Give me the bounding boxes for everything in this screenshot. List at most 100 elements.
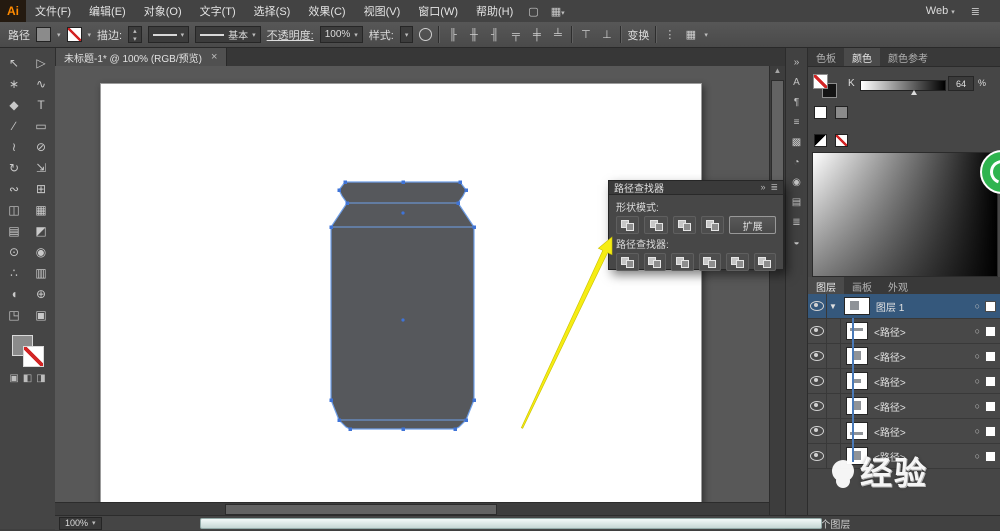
selection-tool[interactable]: ↖ <box>1 52 28 73</box>
zoom-level-dropdown[interactable]: 100% ▾ <box>59 516 102 530</box>
opacity-link[interactable]: 不透明度: <box>267 27 314 43</box>
perspective-grid-tool[interactable]: ▦ <box>28 199 55 220</box>
menu-item-object[interactable]: 对象(O) <box>135 3 191 19</box>
tab-artboards[interactable]: 画板 <box>844 277 880 295</box>
slice-tool[interactable]: ▣ <box>28 304 55 325</box>
graphic-styles-panel-icon[interactable]: ▤ <box>792 192 801 212</box>
path-name[interactable]: <路径> <box>874 349 975 364</box>
none-swatch[interactable] <box>835 134 849 147</box>
selection-indicator[interactable] <box>985 325 996 337</box>
direct-selection-tool[interactable]: ▷ <box>28 52 55 73</box>
info-panel-icon[interactable]: ◒ <box>793 232 799 252</box>
visibility-toggle[interactable] <box>808 394 827 418</box>
path-name[interactable]: <路径> <box>874 399 975 414</box>
visibility-toggle[interactable] <box>808 369 827 393</box>
selection-indicator[interactable] <box>985 300 996 312</box>
layer-name[interactable]: 图层 1 <box>876 299 975 314</box>
appearance-panel-icon[interactable]: ≣ <box>792 212 800 232</box>
free-transform-tool[interactable]: ⊞ <box>28 178 55 199</box>
width-profile-dropdown[interactable]: ▾ <box>147 26 190 43</box>
exclude-button[interactable] <box>701 216 725 234</box>
align-v-center-button[interactable]: ╪ <box>529 29 544 41</box>
path-row[interactable]: <路径> ○ <box>808 344 1000 369</box>
pen-tool[interactable]: ◆ <box>1 94 28 115</box>
draw-inside-mode-icon[interactable]: ◨ <box>36 373 45 384</box>
path-row[interactable]: <路径> ○ <box>808 319 1000 344</box>
transparency-panel-icon[interactable]: ◔ <box>793 152 799 172</box>
can-shape-artwork[interactable] <box>325 175 485 437</box>
style-dropdown[interactable]: ▾ <box>399 26 414 43</box>
expand-button[interactable]: 扩展 <box>729 216 776 234</box>
close-tab-icon[interactable]: × <box>211 51 217 63</box>
target-circle-icon[interactable]: ○ <box>975 401 980 411</box>
stroke-panel-icon[interactable]: ≡ <box>794 112 800 132</box>
gray-swatch[interactable] <box>835 106 849 119</box>
path-name[interactable]: <路径> <box>874 374 975 389</box>
k-value-field[interactable]: 64 <box>948 76 974 91</box>
tab-swatches[interactable]: 色板 <box>808 48 844 66</box>
menu-item-select[interactable]: 选择(S) <box>245 3 300 19</box>
blend-tool[interactable]: ◉ <box>28 241 55 262</box>
expand-dock-icon[interactable]: » <box>794 52 800 72</box>
lasso-tool[interactable]: ∿ <box>28 73 55 94</box>
document-tab[interactable]: 未标题-1* @ 100% (RGB/预览) × <box>55 48 228 66</box>
trim-button[interactable] <box>643 253 666 271</box>
paintbrush-tool[interactable]: ≀ <box>1 136 28 157</box>
align-right-button[interactable]: ╢ <box>487 29 502 41</box>
width-tool[interactable]: ∾ <box>1 178 28 199</box>
selection-indicator[interactable] <box>985 350 996 362</box>
k-slider[interactable] <box>860 80 946 91</box>
magic-wand-tool[interactable]: ∗ <box>1 73 28 94</box>
selection-indicator[interactable] <box>985 450 996 462</box>
visibility-toggle[interactable] <box>808 444 827 468</box>
menu-item-type[interactable]: 文字(T) <box>191 3 245 19</box>
black-white-swatch[interactable] <box>814 134 827 147</box>
stroke-swatch[interactable] <box>66 27 82 42</box>
target-circle-icon[interactable]: ○ <box>975 426 980 436</box>
mesh-tool[interactable]: ▤ <box>1 220 28 241</box>
path-row[interactable]: <路径> ○ <box>808 394 1000 419</box>
path-name[interactable]: <路径> <box>874 424 975 439</box>
k-slider-thumb[interactable] <box>911 90 917 95</box>
intersect-button[interactable] <box>672 216 697 234</box>
opacity-dropdown[interactable]: 100% ▾ <box>319 26 363 43</box>
minus-back-button[interactable] <box>753 253 776 271</box>
visibility-toggle[interactable] <box>808 344 827 368</box>
shape-builder-tool[interactable]: ◫ <box>1 199 28 220</box>
stroke-width-dropdown[interactable]: ▴ ▾ <box>128 26 142 43</box>
crop-button[interactable] <box>698 253 721 271</box>
graph-tool[interactable]: ▥ <box>28 262 55 283</box>
selection-indicator[interactable] <box>985 400 996 412</box>
symbols-panel-icon[interactable]: ◉ <box>792 172 801 192</box>
align-top-button[interactable]: ╤ <box>508 29 523 41</box>
tab-color-guide[interactable]: 颜色参考 <box>880 48 936 66</box>
character-panel-icon[interactable]: A <box>793 72 800 92</box>
tab-layers[interactable]: 图层 <box>808 277 844 295</box>
visibility-toggle[interactable] <box>808 319 827 343</box>
type-tool[interactable]: T <box>28 94 55 115</box>
target-circle-icon[interactable]: ○ <box>975 376 980 386</box>
white-swatch[interactable] <box>814 106 827 119</box>
target-circle-icon[interactable]: ○ <box>975 326 980 336</box>
menu-item-effect[interactable]: 效果(C) <box>299 3 354 19</box>
canvas-area[interactable]: ▲ <box>55 66 785 515</box>
target-circle-icon[interactable]: ○ <box>975 301 980 311</box>
zoom-tool[interactable]: ⊕ <box>28 283 55 304</box>
stroke-proxy[interactable] <box>22 346 44 367</box>
target-circle-icon[interactable]: ○ <box>975 351 980 361</box>
distribute-v-button[interactable]: ⊥ <box>599 28 614 41</box>
collapse-panel-icon[interactable]: » <box>760 182 765 193</box>
fill-proxy-small[interactable] <box>813 74 828 89</box>
brush-definition-dropdown[interactable]: 基本 ▾ <box>195 26 261 43</box>
menu-item-view[interactable]: 视图(V) <box>355 3 410 19</box>
minus-front-button[interactable] <box>644 216 668 234</box>
panel-menu-icon[interactable]: ≣ <box>965 5 986 18</box>
artboard-tool[interactable]: ◳ <box>1 304 28 325</box>
selection-indicator[interactable] <box>985 375 996 387</box>
color-fill-stroke-indicator[interactable] <box>813 74 837 98</box>
menu-item-edit[interactable]: 编辑(E) <box>80 3 135 19</box>
scale-tool[interactable]: ⇲ <box>28 157 55 178</box>
menu-item-file[interactable]: 文件(F) <box>26 3 80 19</box>
transform-link[interactable]: 变换 <box>627 27 649 43</box>
color-spectrum-ramp[interactable] <box>812 152 998 277</box>
